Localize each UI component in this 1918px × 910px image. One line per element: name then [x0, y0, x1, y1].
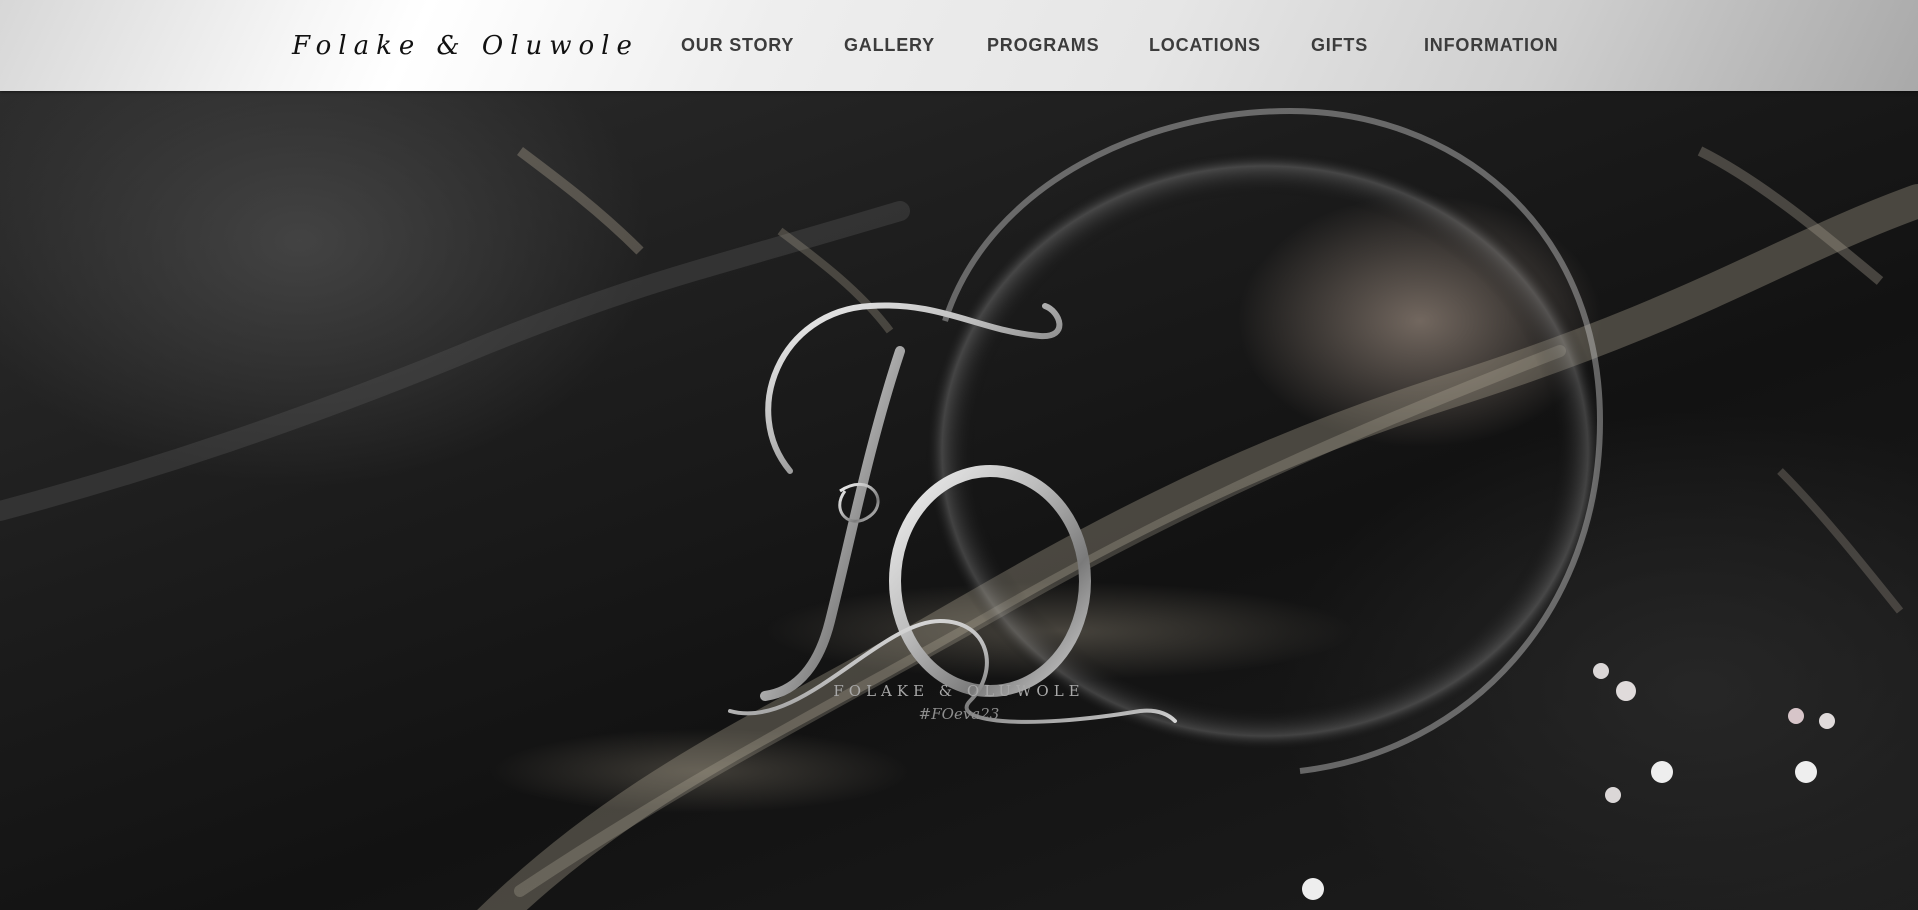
nav-item-our-story[interactable]: OUR STORY	[681, 30, 794, 60]
hero-section: FOLAKE & OLUWOLE #FOeva23	[0, 91, 1918, 910]
nav-item-locations[interactable]: LOCATIONS	[1149, 30, 1261, 60]
site-header: Folake & Oluwole OUR STORY GALLERY PROGR…	[0, 0, 1918, 91]
nav-item-programs[interactable]: PROGRAMS	[987, 30, 1099, 60]
couple-names: FOLAKE & OLUWOLE	[833, 682, 1085, 700]
main-nav: OUR STORY GALLERY PROGRAMS LOCATIONS GIF…	[0, 30, 1918, 60]
nav-item-gallery[interactable]: GALLERY	[844, 30, 935, 60]
page: Folake & Oluwole OUR STORY GALLERY PROGR…	[0, 0, 1918, 910]
nav-item-gifts[interactable]: GIFTS	[1311, 30, 1368, 60]
wedding-hashtag: #FOeva23	[918, 705, 1000, 723]
nav-item-information[interactable]: INFORMATION	[1424, 30, 1558, 60]
